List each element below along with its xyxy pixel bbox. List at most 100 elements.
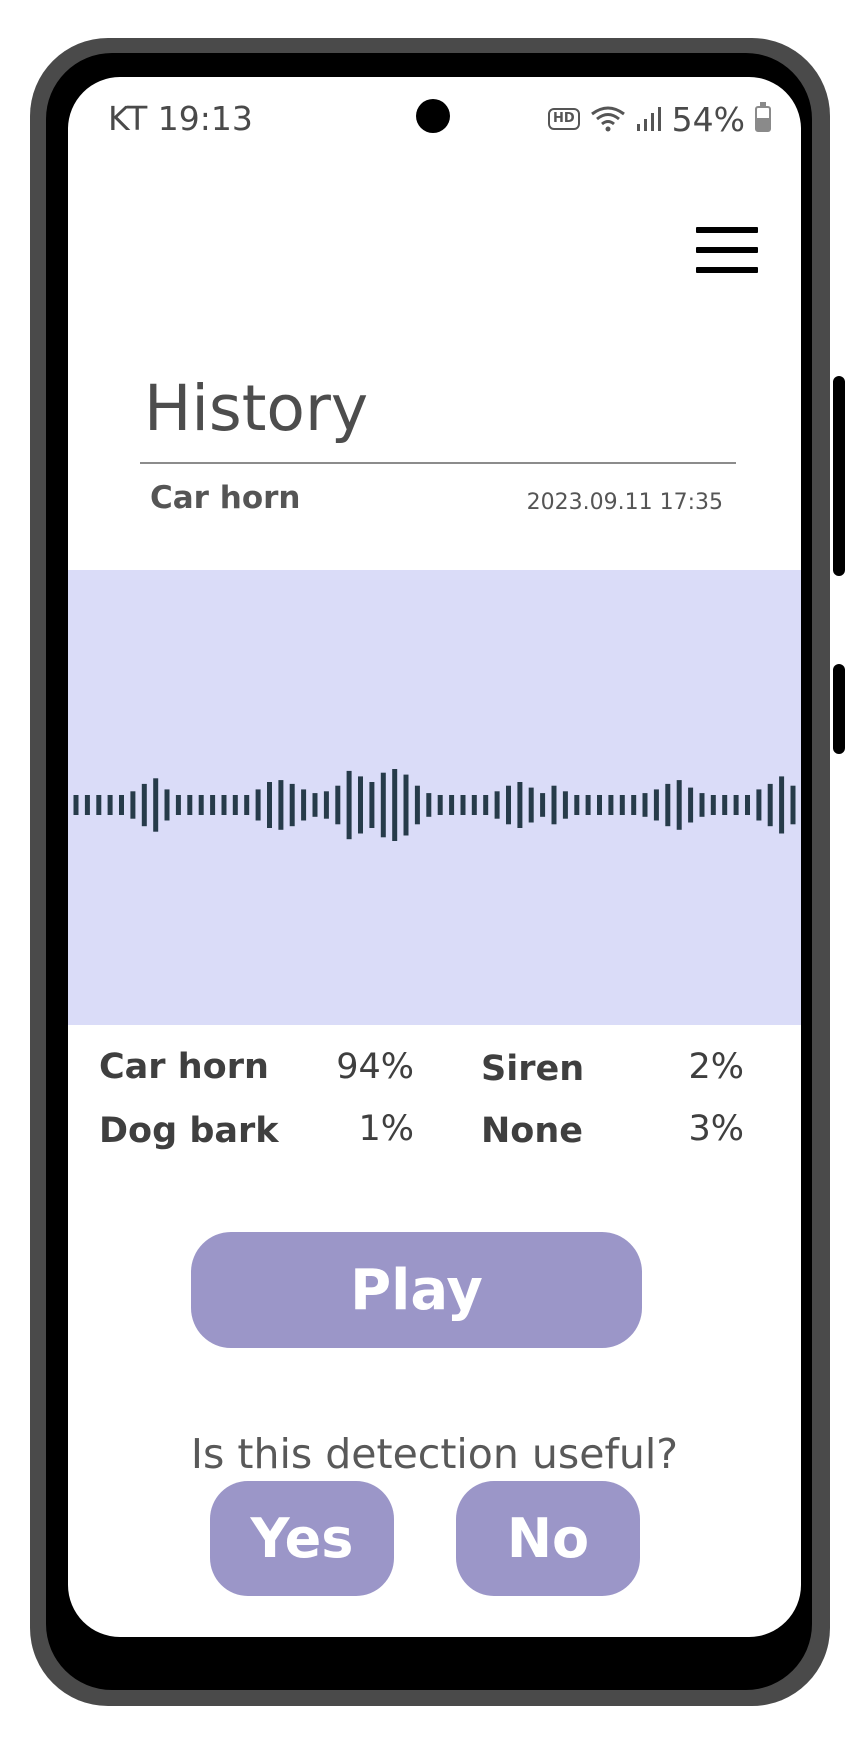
- waveform-bar: [540, 793, 546, 817]
- waveform-bar: [528, 787, 534, 823]
- detection-timestamp: 2023.09.11 17:35: [526, 490, 723, 515]
- waveform-bar: [642, 793, 648, 817]
- no-button[interactable]: No: [456, 1481, 640, 1596]
- waveform-bar: [745, 795, 750, 815]
- hd-voice-icon: HD: [547, 108, 580, 130]
- waveform-bar: [790, 785, 796, 825]
- waveform-bar: [312, 793, 318, 817]
- waveform-bar: [449, 795, 455, 815]
- feedback-question: Is this detection useful?: [190, 1430, 679, 1478]
- waveform-bar: [574, 795, 580, 815]
- waveform-bar: [369, 782, 375, 828]
- battery-percent: 54%: [671, 99, 745, 139]
- waveform-bar: [676, 780, 682, 830]
- waveform-bar: [653, 789, 659, 821]
- waveform-bar: [688, 787, 694, 823]
- waveform-bar: [608, 795, 614, 815]
- waveform-bar: [96, 795, 102, 815]
- waveform-bar: [631, 795, 637, 815]
- waveform-bar: [517, 782, 523, 828]
- waveform-bar: [130, 791, 136, 819]
- yes-button[interactable]: Yes: [210, 1481, 394, 1596]
- waveform-bar: [84, 795, 90, 815]
- waveform-bar: [187, 795, 193, 815]
- result-percent: 3%: [688, 1109, 744, 1149]
- waveform-bar: [699, 793, 705, 817]
- waveform-bar: [301, 789, 307, 821]
- waveform-bar: [506, 785, 511, 825]
- waveform-panel: [68, 570, 801, 1025]
- waveform-bar: [767, 783, 773, 827]
- waveform-bar: [426, 793, 432, 817]
- waveform-bar: [414, 785, 420, 825]
- waveform-bar: [323, 791, 329, 819]
- side-button-power: [833, 376, 845, 576]
- waveform-bar: [73, 795, 79, 815]
- hamburger-menu-icon[interactable]: [696, 227, 758, 273]
- waveform-bar: [232, 795, 238, 815]
- waveform-bar: [403, 774, 409, 836]
- waveform: [73, 769, 796, 841]
- carrier-time: KT 19:13: [108, 99, 253, 138]
- waveform-bar: [267, 782, 272, 828]
- title-divider: [140, 462, 736, 464]
- waveform-bar: [437, 795, 443, 815]
- waveform-bar: [358, 776, 363, 834]
- waveform-bar: [733, 795, 739, 815]
- menu-line: [696, 267, 758, 273]
- classification-results: Car horn 94% Siren 2% Dog bark 1% None 3…: [99, 1047, 759, 1187]
- result-percent: 2%: [688, 1047, 744, 1087]
- result-percent: 94%: [336, 1047, 414, 1087]
- result-name: Siren: [481, 1049, 585, 1089]
- menu-line: [696, 247, 758, 253]
- play-button[interactable]: Play: [191, 1232, 642, 1348]
- phone-screen: KT 19:13 HD 54% History Car horn 2023.09…: [68, 77, 801, 1637]
- side-button-volume: [833, 664, 845, 754]
- waveform-bar: [221, 795, 227, 815]
- result-percent: 1%: [358, 1109, 414, 1149]
- waveform-bar: [597, 795, 602, 815]
- waveform-bar: [471, 795, 477, 815]
- detected-sound-label: Car horn: [150, 480, 301, 516]
- waveform-bar: [244, 795, 250, 815]
- waveform-bar: [278, 780, 284, 830]
- waveform-bar: [346, 770, 352, 840]
- result-name: Dog bark: [99, 1111, 279, 1151]
- waveform-bar: [483, 795, 489, 815]
- waveform-bar: [562, 791, 568, 819]
- waveform-bar: [779, 776, 785, 834]
- waveform-bar: [119, 795, 124, 815]
- menu-line: [696, 227, 758, 233]
- waveform-bar: [665, 783, 671, 827]
- waveform-bar: [210, 795, 216, 815]
- waveform-bar: [494, 791, 500, 819]
- waveform-bar: [198, 795, 204, 815]
- waveform-bar: [255, 789, 261, 821]
- waveform-bar: [710, 795, 716, 815]
- status-icons: HD 54%: [547, 99, 771, 139]
- waveform-bar: [380, 772, 386, 838]
- waveform-bar: [619, 795, 625, 815]
- waveform-bar: [164, 789, 170, 821]
- waveform-bar: [756, 789, 762, 821]
- result-name: Car horn: [99, 1047, 269, 1087]
- battery-fill: [757, 118, 769, 130]
- waveform-bar: [289, 783, 295, 827]
- waveform-bar: [392, 769, 398, 841]
- page-title: History: [144, 372, 369, 445]
- signal-icon: [636, 107, 661, 131]
- wifi-icon: [590, 106, 625, 132]
- battery-icon: [755, 102, 771, 132]
- waveform-bar: [722, 795, 728, 815]
- waveform-bar: [107, 795, 113, 815]
- waveform-bar: [153, 778, 159, 832]
- front-camera: [416, 99, 450, 133]
- result-name: None: [481, 1111, 583, 1151]
- waveform-bar: [585, 795, 591, 815]
- waveform-bar: [551, 785, 557, 825]
- waveform-bar: [141, 783, 147, 827]
- waveform-bar: [335, 785, 341, 825]
- waveform-bar: [460, 795, 466, 815]
- status-bar: KT 19:13 HD 54%: [68, 77, 801, 167]
- waveform-bar: [175, 795, 181, 815]
